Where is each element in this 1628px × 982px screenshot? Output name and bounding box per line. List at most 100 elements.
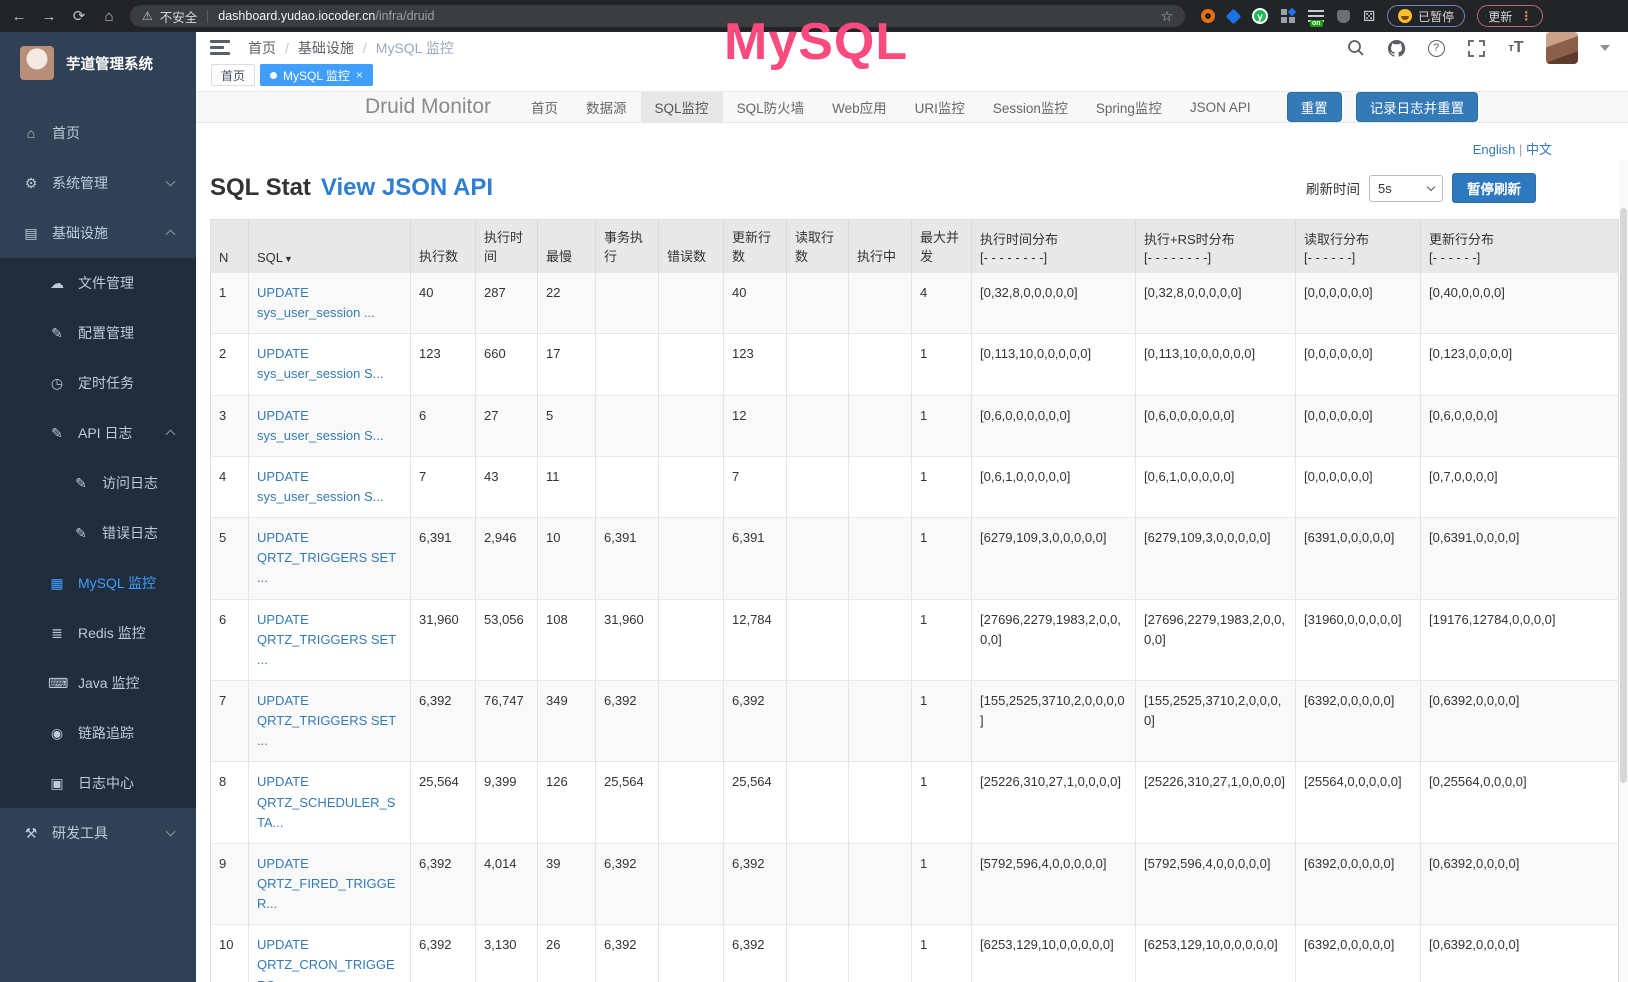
close-icon[interactable]: ×: [356, 68, 363, 82]
extensions-puzzle-icon[interactable]: ⚄: [1363, 8, 1375, 25]
column-header[interactable]: 执行数: [411, 220, 476, 273]
sql-link[interactable]: UPDATE QRTZ_CRON_TRIGGERS...: [257, 937, 395, 982]
column-header[interactable]: 读取行分布[- - - - - -]: [1296, 220, 1421, 273]
extension-list-icon[interactable]: on: [1308, 10, 1324, 22]
sql-link[interactable]: UPDATE QRTZ_SCHEDULER_STA...: [257, 774, 395, 829]
tab-首页[interactable]: 首页: [211, 64, 255, 86]
user-menu-caret-icon[interactable]: [1600, 45, 1610, 51]
extension-y-icon[interactable]: y: [1252, 8, 1268, 24]
druid-nav-URI监控[interactable]: URI监控: [901, 92, 979, 122]
breadcrumb-item[interactable]: 首页: [248, 38, 276, 58]
scrollbar-thumb[interactable]: [1620, 208, 1627, 783]
column-header[interactable]: N: [211, 220, 249, 273]
druid-nav-Session监控[interactable]: Session监控: [979, 92, 1082, 122]
druid-nav-数据源[interactable]: 数据源: [572, 92, 641, 122]
extension-spy-icon[interactable]: [1337, 10, 1350, 23]
github-icon[interactable]: [1386, 38, 1406, 58]
sidebar-item-devtools[interactable]: ⚒研发工具: [0, 808, 196, 858]
sidebar-item-label: 访问日志: [102, 473, 158, 493]
paused-badge[interactable]: 已暂停: [1387, 5, 1465, 27]
hamburger-icon[interactable]: [210, 40, 232, 56]
sidebar-item-trace[interactable]: ◉链路追踪: [0, 708, 196, 758]
druid-nav-Spring监控[interactable]: Spring监控: [1082, 92, 1176, 122]
column-header[interactable]: 最大并发: [912, 220, 972, 273]
druid-nav-JSON API[interactable]: JSON API: [1176, 92, 1265, 122]
sidebar-item-mysql[interactable]: ▦MySQL 监控: [0, 558, 196, 608]
extension-area: y on ⚄: [1201, 8, 1375, 25]
chevron-up-icon: [166, 230, 176, 240]
reload-icon[interactable]: ⟳: [70, 7, 88, 25]
sidebar-item-config[interactable]: ✎配置管理: [0, 308, 196, 358]
sql-link[interactable]: UPDATE sys_user_session S...: [257, 469, 383, 504]
lang-chinese-link[interactable]: 中文: [1526, 142, 1552, 157]
timer-icon: ◷: [48, 375, 66, 392]
column-header[interactable]: 执行+RS时分布[- - - - - - - -]: [1136, 220, 1296, 273]
sql-link[interactable]: UPDATE sys_user_session S...: [257, 346, 383, 381]
druid-nav-Web应用[interactable]: Web应用: [818, 92, 901, 122]
sql-link[interactable]: UPDATE QRTZ_TRIGGERS SET ...: [257, 612, 396, 667]
refresh-interval-label: 刷新时间: [1306, 178, 1360, 198]
column-header[interactable]: 更新行数: [724, 220, 787, 273]
sidebar-item-file[interactable]: ☁文件管理: [0, 258, 196, 308]
druid-nav-首页[interactable]: 首页: [517, 92, 572, 122]
column-header[interactable]: 最慢: [538, 220, 596, 273]
tab-MySQL 监控[interactable]: MySQL 监控×: [260, 64, 373, 86]
column-header[interactable]: 更新行分布[- - - - - -]: [1421, 220, 1619, 273]
sidebar: 芋道管理系统 ⌂首页⚙系统管理▤基础设施☁文件管理✎配置管理 ◷ 定时任务 ✎API …: [0, 32, 196, 982]
sql-link[interactable]: UPDATE QRTZ_TRIGGERS SET ...: [257, 693, 396, 748]
search-icon[interactable]: [1346, 38, 1366, 58]
column-header[interactable]: 执行时间分布[- - - - - - - -]: [972, 220, 1136, 273]
log-and-reset-button[interactable]: 记录日志并重置: [1356, 92, 1479, 122]
sidebar-item-home[interactable]: ⌂首页: [0, 108, 196, 158]
reset-button[interactable]: 重置: [1287, 92, 1342, 122]
sql-link[interactable]: UPDATE sys_user_session ...: [257, 285, 375, 320]
app-logo[interactable]: 芋道管理系统: [0, 32, 196, 94]
more-menu-icon[interactable]: ⋮: [1520, 9, 1532, 23]
column-header[interactable]: 错误数: [659, 220, 724, 273]
table-header-row: NSQL▼执行数执行时间最慢事务执行错误数更新行数读取行数执行中最大并发执行时间…: [211, 220, 1619, 273]
sidebar-item-access-log[interactable]: ✎访问日志: [0, 458, 196, 508]
column-header[interactable]: 读取行数: [787, 220, 849, 273]
extension-gem-icon[interactable]: [1226, 8, 1242, 24]
sql-link[interactable]: UPDATE sys_user_session S...: [257, 408, 383, 443]
lang-english-link[interactable]: English: [1473, 142, 1516, 157]
view-json-api-link[interactable]: View JSON API: [321, 174, 493, 202]
back-icon[interactable]: ←: [10, 8, 28, 25]
sql-link[interactable]: UPDATE QRTZ_FIRED_TRIGGER...: [257, 856, 395, 911]
sidebar-item-system[interactable]: ⚙系统管理: [0, 158, 196, 208]
bookmark-star-icon[interactable]: ☆: [1160, 8, 1173, 25]
druid-nav-items: 首页数据源SQL监控SQL防火墙Web应用URI监控Session监控Sprin…: [517, 92, 1265, 122]
sidebar-item-log-center[interactable]: ▣日志中心: [0, 758, 196, 808]
pause-refresh-button[interactable]: 暂停刷新: [1452, 173, 1536, 203]
sidebar-item-error-log[interactable]: ✎错误日志: [0, 508, 196, 558]
column-header[interactable]: SQL▼: [249, 220, 411, 273]
sidebar-item-job[interactable]: ◷ 定时任务: [0, 358, 196, 408]
druid-nav-SQL监控[interactable]: SQL监控: [641, 92, 723, 122]
address-bar[interactable]: ⚠ 不安全 dashboard.yudao.iocoder.cn/infra/d…: [130, 5, 1185, 27]
extension-donut-icon[interactable]: [1201, 9, 1215, 23]
breadcrumb-item[interactable]: 基础设施: [298, 38, 354, 58]
font-size-icon[interactable]: тT: [1506, 38, 1526, 58]
browser-home-icon[interactable]: ⌂: [100, 8, 118, 25]
column-header[interactable]: 执行中: [849, 220, 912, 273]
sidebar-item-infra[interactable]: ▤基础设施: [0, 208, 196, 258]
sidebar-item-label: 定时任务: [78, 373, 134, 393]
druid-nav-SQL防火墙[interactable]: SQL防火墙: [723, 92, 819, 122]
not-secure-label: 不安全: [160, 7, 198, 26]
refresh-interval-select[interactable]: 5s: [1369, 175, 1443, 202]
fullscreen-icon[interactable]: [1466, 38, 1486, 58]
sidebar-item-redis[interactable]: ≣Redis 监控: [0, 608, 196, 658]
scrollbar[interactable]: [1619, 160, 1628, 982]
sql-link[interactable]: UPDATE QRTZ_TRIGGERS SET ...: [257, 530, 396, 585]
sidebar-item-label: 系统管理: [52, 173, 108, 193]
sidebar-item-api-log[interactable]: ✎API 日志: [0, 408, 196, 458]
column-header[interactable]: 执行时间: [476, 220, 538, 273]
user-avatar[interactable]: [1546, 32, 1578, 64]
update-button[interactable]: 更新 ⋮: [1477, 5, 1543, 27]
help-icon[interactable]: ?: [1426, 38, 1446, 58]
sidebar-item-java[interactable]: ⌨Java 监控: [0, 658, 196, 708]
sidebar-item-label: 研发工具: [52, 823, 108, 843]
column-header[interactable]: 事务执行: [596, 220, 659, 273]
extension-squares-icon[interactable]: [1281, 9, 1295, 23]
forward-icon[interactable]: →: [40, 8, 58, 25]
